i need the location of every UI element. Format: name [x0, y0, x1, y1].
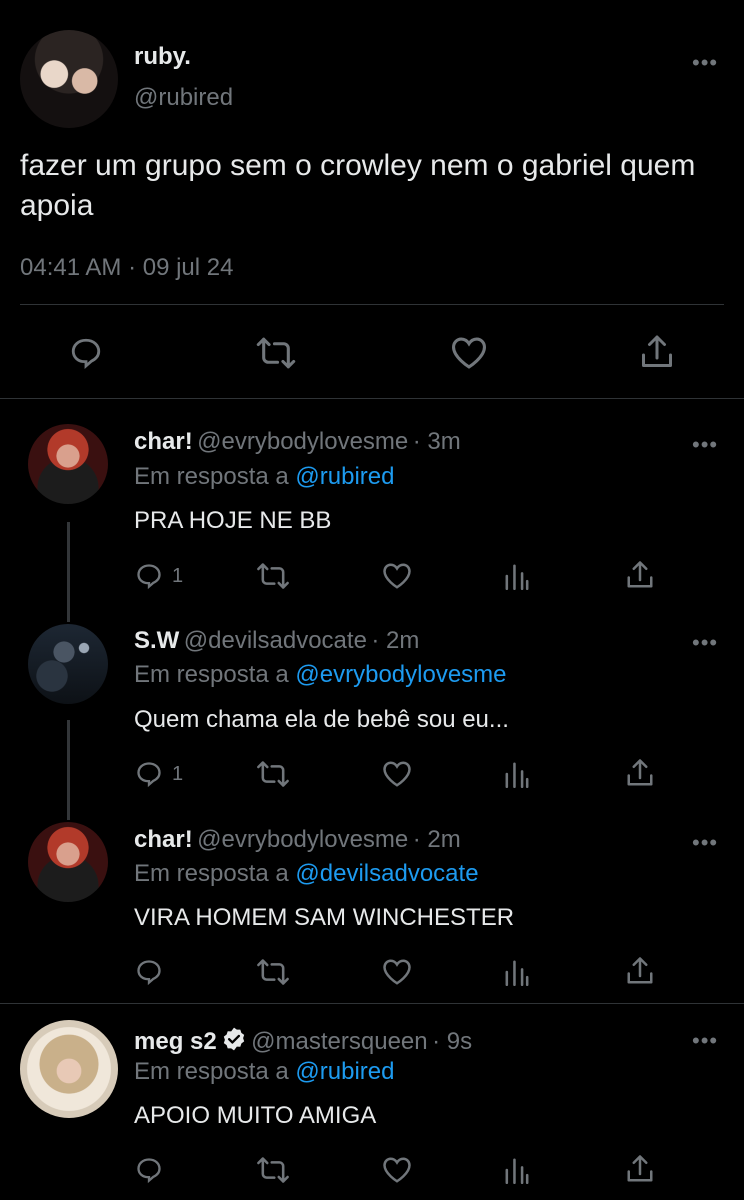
reply-text: APOIO MUITO AMIGA	[134, 1102, 377, 1129]
thread-line	[67, 522, 70, 622]
reply-time[interactable]: · 2m	[371, 627, 419, 654]
more-icon[interactable]: •••	[692, 1028, 718, 1054]
more-icon[interactable]: •••	[692, 830, 718, 856]
reply-context-prefix: Em resposta a	[134, 1058, 289, 1085]
views-icon[interactable]	[504, 760, 530, 788]
retweet-icon[interactable]	[256, 336, 296, 370]
verified-badge-icon	[221, 1026, 247, 1057]
share-icon[interactable]	[626, 956, 654, 986]
reply-text: Quem chama ela de bebê sou eu...	[134, 706, 509, 733]
reply-author-handle[interactable]: @devilsadvocate	[184, 627, 367, 654]
share-icon[interactable]	[640, 334, 674, 370]
reply-context-prefix: Em resposta a	[134, 463, 289, 490]
reply-to-link[interactable]: @rubired	[295, 1058, 394, 1085]
thread-line	[67, 720, 70, 820]
divider	[0, 1003, 744, 1004]
reply-icon[interactable]	[134, 1156, 164, 1184]
main-tweet-text: fazer um grupo sem o crowley nem o gabri…	[20, 149, 696, 222]
main-author-handle[interactable]: @rubired	[134, 84, 233, 112]
divider	[20, 304, 724, 305]
reply-context-prefix: Em resposta a	[134, 661, 289, 688]
views-icon[interactable]	[504, 562, 530, 590]
reply-author-name[interactable]: char!	[134, 826, 193, 853]
reply-time[interactable]: · 9s	[432, 1028, 472, 1055]
views-icon[interactable]	[504, 1156, 530, 1184]
reply-header: char! @evrybodylovesme · 2m	[134, 826, 461, 854]
reply-header: meg s2 @mastersqueen · 9s	[134, 1026, 472, 1057]
reply-to-link[interactable]: @devilsadvocate	[295, 860, 478, 887]
heart-icon[interactable]	[382, 958, 412, 986]
reply-to-link[interactable]: @rubired	[295, 463, 394, 490]
retweet-icon[interactable]	[256, 760, 290, 788]
reply-author-name[interactable]: S.W	[134, 627, 179, 654]
reply-author-name[interactable]: meg s2	[134, 1028, 217, 1055]
reply-context: Em resposta a @rubired	[134, 463, 394, 491]
heart-icon[interactable]	[382, 1156, 412, 1184]
reply-time[interactable]: · 2m	[413, 826, 461, 853]
reply-icon[interactable]	[134, 958, 164, 986]
more-icon[interactable]: •••	[692, 432, 718, 458]
more-icon[interactable]: •••	[692, 50, 718, 76]
share-icon[interactable]	[626, 758, 654, 788]
avatar-char[interactable]	[28, 822, 108, 902]
retweet-icon[interactable]	[256, 562, 290, 590]
retweet-icon[interactable]	[256, 1156, 290, 1184]
reply-context: Em resposta a @rubired	[134, 1058, 394, 1086]
reply-count: 1	[172, 763, 184, 785]
heart-icon[interactable]	[382, 760, 412, 788]
reply-context-prefix: Em resposta a	[134, 860, 289, 887]
reply-icon[interactable]	[68, 336, 104, 370]
avatar-ruby[interactable]	[20, 30, 118, 128]
reply-author-handle[interactable]: @evrybodylovesme	[197, 428, 408, 455]
heart-icon[interactable]	[450, 336, 488, 370]
reply-icon[interactable]	[134, 562, 164, 590]
share-icon[interactable]	[626, 1154, 654, 1184]
reply-icon[interactable]	[134, 760, 164, 788]
main-tweet-timestamp[interactable]: 04:41 AM · 09 jul 24	[20, 254, 233, 282]
reply-author-handle[interactable]: @mastersqueen	[251, 1028, 427, 1055]
main-author-name[interactable]: ruby.	[134, 43, 191, 71]
reply-header: S.W @devilsadvocate · 2m	[134, 627, 419, 655]
reply-time[interactable]: · 3m	[413, 428, 461, 455]
avatar-meg[interactable]	[20, 1020, 118, 1118]
reply-to-link[interactable]: @evrybodylovesme	[295, 661, 506, 688]
retweet-icon[interactable]	[256, 958, 290, 986]
reply-text: PRA HOJE NE BB	[134, 507, 332, 534]
reply-context: Em resposta a @evrybodylovesme	[134, 661, 507, 689]
reply-header: char! @evrybodylovesme · 3m	[134, 428, 461, 456]
share-icon[interactable]	[626, 560, 654, 590]
reply-text: VIRA HOMEM SAM WINCHESTER	[134, 904, 515, 931]
avatar-sw[interactable]	[28, 624, 108, 704]
divider	[0, 398, 744, 399]
heart-icon[interactable]	[382, 562, 412, 590]
reply-author-name[interactable]: char!	[134, 428, 193, 455]
reply-context: Em resposta a @devilsadvocate	[134, 860, 479, 888]
reply-count: 1	[172, 565, 184, 587]
views-icon[interactable]	[504, 958, 530, 986]
avatar-char[interactable]	[28, 424, 108, 504]
reply-author-handle[interactable]: @evrybodylovesme	[197, 826, 408, 853]
more-icon[interactable]: •••	[692, 630, 718, 656]
